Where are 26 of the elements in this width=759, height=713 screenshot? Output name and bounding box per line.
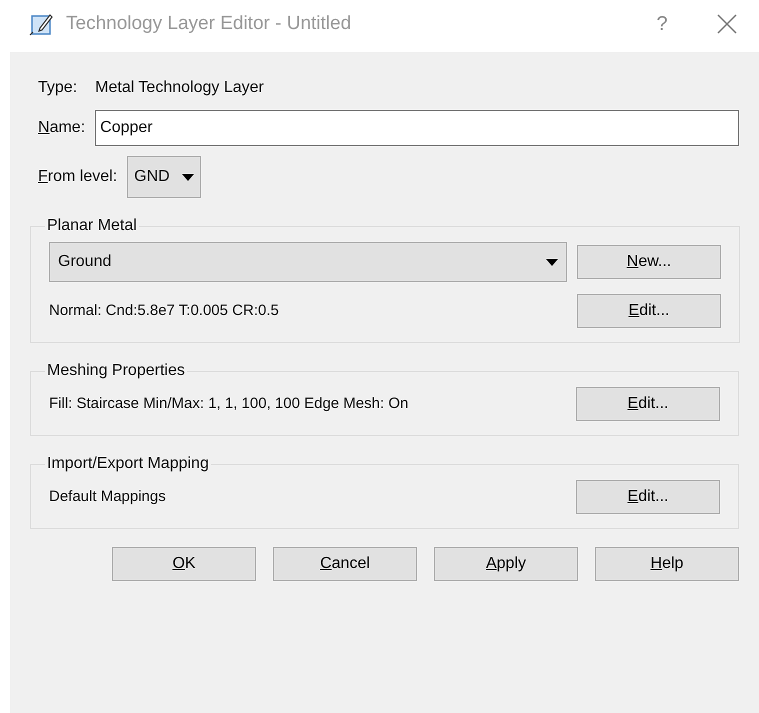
from-level-label: From level:: [38, 167, 118, 187]
dialog-button[interactable]: OK: [112, 547, 256, 581]
edit-button[interactable]: Edit...: [577, 294, 721, 328]
name-field[interactable]: Copper: [95, 110, 739, 146]
summary-text: Normal: Cnd:5.8e7 T:0.005 CR:0.5: [49, 300, 279, 321]
window-title: Technology Layer Editor - Untitled: [66, 12, 352, 36]
dialog-button[interactable]: Help: [595, 547, 739, 581]
edit-button[interactable]: Edit...: [576, 480, 720, 514]
group-title: Planar Metal: [46, 216, 138, 236]
caret-icon: [182, 174, 194, 180]
layer-dropdown[interactable]: Ground: [49, 242, 567, 282]
edit-button[interactable]: New...: [577, 245, 721, 279]
caret-icon: [546, 258, 558, 266]
group-title: Meshing Properties: [46, 361, 186, 381]
summary-text: Fill: Staircase Min/Max: 1, 1, 100, 100 Edge Mesh: On: [49, 394, 408, 414]
level-dropdown[interactable]: GND: [127, 156, 201, 198]
dialog-button[interactable]: Apply: [434, 547, 578, 581]
help-button[interactable]: ?: [647, 9, 677, 39]
dialog-button[interactable]: Cancel: [273, 547, 417, 581]
type-value: Metal Technology Layer: [95, 78, 264, 98]
close-icon[interactable]: [717, 14, 737, 34]
group-title: Import/Export Mapping: [46, 454, 210, 474]
edit-button[interactable]: Edit...: [576, 387, 720, 421]
name-label: Name:: [38, 118, 86, 138]
summary-text: Default Mappings: [49, 486, 166, 507]
type-label: Type:: [38, 78, 78, 98]
